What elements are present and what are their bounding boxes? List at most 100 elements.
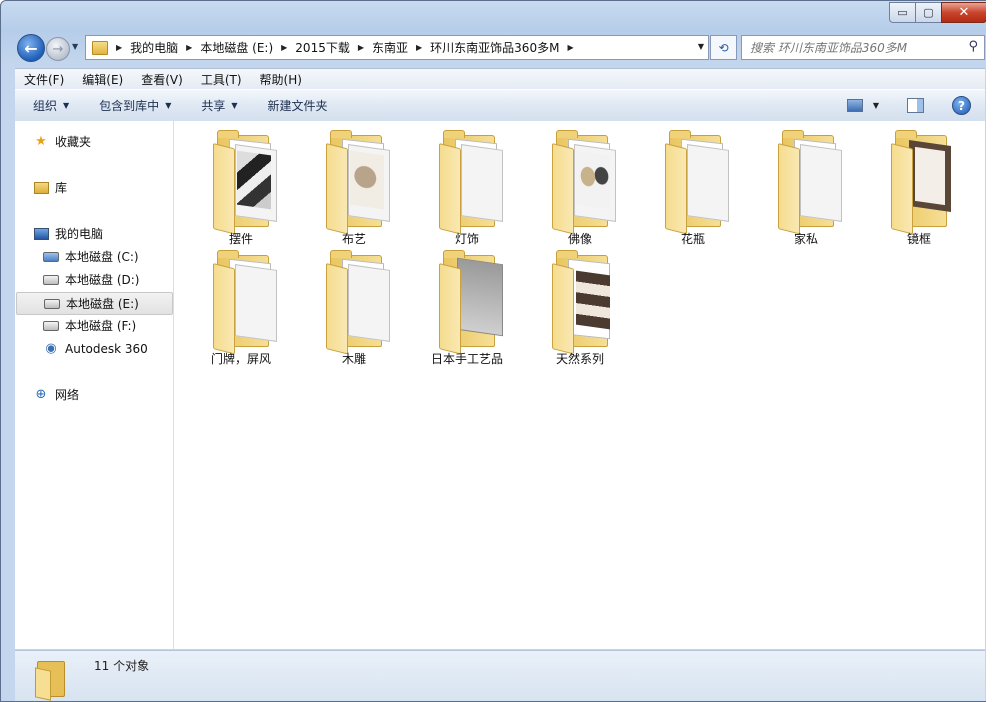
share-label: 共享 [201, 99, 226, 113]
command-bar: 组织 ▼ 包含到库中 ▼ 共享 ▼ 新建文件夹 ▼ ? [15, 89, 985, 122]
sidebar-item-label: 本地磁盘 (F:) [65, 319, 137, 333]
folder-icon [665, 130, 729, 235]
share-button[interactable]: 共享 ▼ [201, 97, 237, 114]
recent-pages-dropdown[interactable]: ▼ [72, 42, 78, 51]
folder-name: 门牌，屏风 [210, 352, 271, 366]
help-icon[interactable]: ? [952, 96, 971, 115]
breadcrumb-2015-downloads[interactable]: 2015下载 [295, 39, 350, 56]
refresh-button[interactable]: ⟲ [710, 35, 737, 60]
chevron-right-icon[interactable]: ▶ [116, 43, 122, 52]
system-drive-icon [43, 249, 59, 265]
folder-icon [439, 250, 503, 355]
star-icon: ★ [35, 134, 47, 149]
menu-help[interactable]: 帮助(H) [251, 71, 311, 88]
computer-icon [33, 226, 49, 242]
folder-icon [35, 657, 69, 701]
address-bar[interactable]: ▶ 我的电脑 ▶ 本地磁盘 (E:) ▶ 2015下载 ▶ 东南亚 ▶ 环川东南… [85, 35, 709, 60]
search-icon[interactable]: ⚲ [968, 39, 978, 54]
chevron-right-icon[interactable]: ▶ [567, 43, 573, 52]
drive-icon [43, 318, 59, 334]
folder-item[interactable]: 木雕 [304, 245, 404, 366]
view-options-dropdown[interactable]: ▼ [873, 101, 879, 110]
chevron-down-icon: ▼ [231, 101, 238, 110]
folder-icon [326, 130, 390, 235]
preview-pane-icon[interactable] [907, 98, 924, 113]
search-input[interactable] [748, 36, 962, 59]
new-folder-button[interactable]: 新建文件夹 [268, 97, 328, 114]
folder-name: 天然系列 [555, 352, 604, 366]
folder-item[interactable]: 花瓶 [643, 125, 743, 246]
folder-icon [778, 130, 842, 235]
address-history-dropdown[interactable]: ▼ [698, 42, 704, 51]
sidebar-item-favorites[interactable]: ★ 收藏夹 [33, 131, 189, 152]
breadcrumb-computer[interactable]: 我的电脑 [130, 39, 178, 56]
forward-button[interactable]: → [46, 37, 70, 61]
sidebar-item-label: 收藏夹 [55, 135, 92, 149]
folder-item[interactable]: 布艺 [304, 125, 404, 246]
folder-icon [439, 130, 503, 235]
breadcrumb: ▶ 我的电脑 ▶ 本地磁盘 (E:) ▶ 2015下载 ▶ 东南亚 ▶ 环川东南… [114, 39, 582, 56]
folder-icon [552, 130, 616, 235]
navigation-row: ← → ▼ ▶ 我的电脑 ▶ 本地磁盘 (E:) ▶ 2015下载 ▶ 东南亚 … [15, 34, 987, 62]
menu-edit[interactable]: 编辑(E) [73, 71, 132, 88]
breadcrumb-drive-e[interactable]: 本地磁盘 (E:) [200, 39, 273, 56]
maximize-button[interactable]: ▢ [915, 2, 941, 23]
sidebar-item-label: 本地磁盘 (D:) [65, 273, 140, 287]
chevron-right-icon[interactable]: ▶ [416, 43, 422, 52]
sidebar-item-label: 我的电脑 [55, 227, 104, 241]
minimize-button[interactable]: ▭ [889, 2, 915, 23]
folder-icon [213, 250, 277, 355]
network-icon: ⊕ [35, 387, 47, 402]
folder-item[interactable]: 门牌，屏风 [191, 245, 291, 366]
chevron-right-icon[interactable]: ▶ [186, 43, 192, 52]
sidebar-item-drive-e[interactable]: 本地磁盘 (E:) [16, 292, 173, 315]
chevron-down-icon: ▼ [165, 101, 172, 110]
folder-name: 木雕 [341, 352, 366, 366]
folder-item[interactable]: 灯饰 [417, 125, 517, 246]
sidebar-item-label: Autodesk 360 [65, 341, 148, 356]
sidebar-item-label: 库 [55, 181, 68, 195]
back-button[interactable]: ← [17, 34, 45, 62]
chevron-right-icon[interactable]: ▶ [281, 43, 287, 52]
folder-icon [552, 250, 614, 355]
sidebar-item-libraries[interactable]: 库 [33, 177, 189, 198]
folder-item[interactable]: 佛像 [530, 125, 630, 246]
folder-item[interactable]: 日本手工艺品 [417, 245, 517, 366]
folder-icon [92, 40, 108, 55]
organize-button[interactable]: 组织 ▼ [33, 97, 69, 114]
breadcrumb-southeast-asia[interactable]: 东南亚 [372, 39, 408, 56]
new-folder-label: 新建文件夹 [267, 99, 328, 113]
folder-item[interactable]: 天然系列 [530, 245, 630, 366]
sidebar-item-computer[interactable]: 我的电脑 [33, 223, 189, 244]
navigation-pane: ★ 收藏夹 库 我的电脑 本地磁盘 (C:) 本地磁盘 (D:) 本地磁盘 (E… [15, 121, 174, 649]
file-list: 摆件 布艺 灯饰 佛像 花瓶 家私 镜框 门牌，屏风 木雕 日本手工艺品 天然系… [174, 121, 985, 649]
folder-name: 日本手工艺品 [430, 352, 503, 366]
folder-item[interactable]: 摆件 [191, 125, 291, 246]
folder-item[interactable]: 镜框 [869, 125, 969, 246]
close-button[interactable]: ✕ [941, 2, 987, 23]
background-strip [986, 0, 996, 702]
toolbar-right: ▼ ? [846, 96, 971, 115]
include-in-library-button[interactable]: 包含到库中 ▼ [99, 97, 171, 114]
status-bar: 11 个对象 [15, 650, 985, 701]
explorer-window: ▭ ▢ ✕ ← → ▼ ▶ 我的电脑 ▶ 本地磁盘 (E:) ▶ 2015下载 … [0, 0, 996, 702]
folder-name: 镜框 [906, 232, 931, 246]
caption-buttons: ▭ ▢ ✕ [889, 2, 987, 23]
menu-file[interactable]: 文件(F) [15, 71, 73, 88]
breadcrumb-current-folder[interactable]: 环川东南亚饰品360多M [430, 39, 559, 56]
sidebar-item-label: 本地磁盘 (E:) [66, 297, 139, 311]
menu-tools[interactable]: 工具(T) [192, 71, 251, 88]
chevron-right-icon[interactable]: ▶ [358, 43, 364, 52]
menu-view[interactable]: 查看(V) [132, 71, 192, 88]
item-count: 11 个对象 [94, 659, 150, 673]
cloud-drive-icon: ◉ [45, 341, 57, 356]
include-in-library-label: 包含到库中 [99, 99, 160, 113]
search-box[interactable]: ⚲ [741, 35, 985, 60]
folder-icon [213, 130, 277, 235]
folder-name: 家私 [793, 232, 818, 246]
change-view-icon[interactable] [846, 99, 863, 112]
folder-item[interactable]: 家私 [756, 125, 856, 246]
sidebar-item-network[interactable]: ⊕ 网络 [33, 384, 189, 405]
library-icon [33, 180, 49, 196]
sidebar-item-label: 本地磁盘 (C:) [65, 250, 139, 264]
